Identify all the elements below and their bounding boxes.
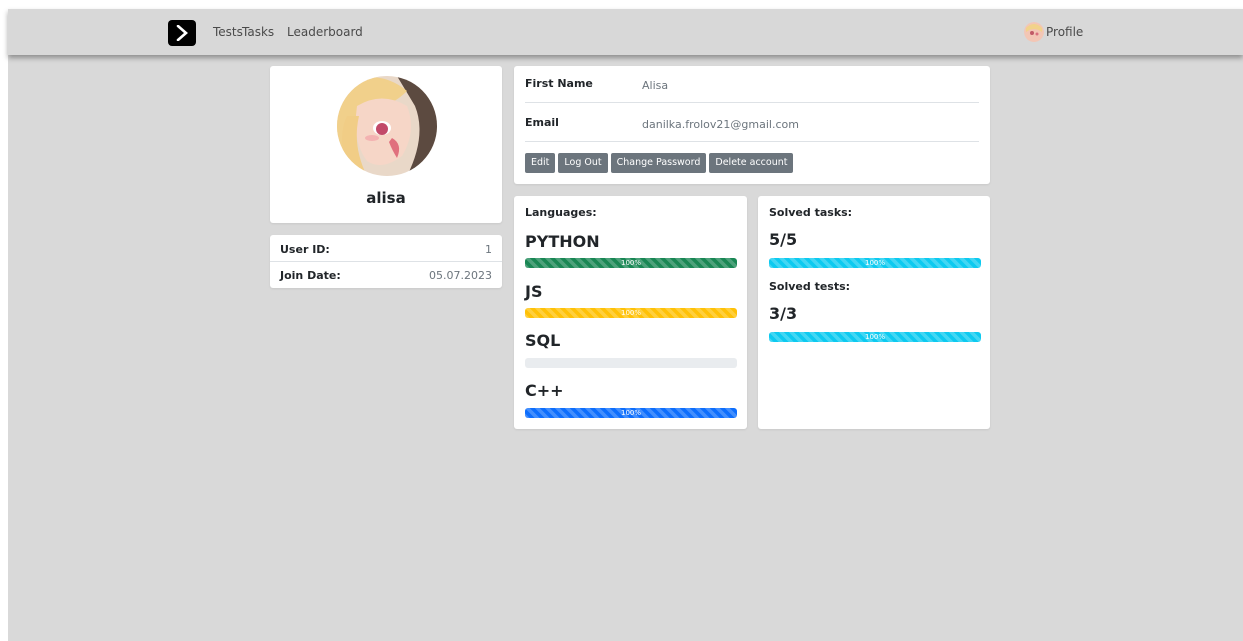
divider xyxy=(525,102,979,103)
user-meta-card: User ID: 1 Join Date: 05.07.2023 xyxy=(270,235,502,288)
navbar: Tests Tasks Leaderboard Profile xyxy=(8,9,1243,55)
solved-tasks-value: 5/5 xyxy=(769,230,798,249)
profile-avatar-icon xyxy=(1024,22,1044,42)
solved-tasks-title: Solved tasks: xyxy=(769,206,853,219)
language-name-python: PYTHON xyxy=(525,232,600,251)
progress-fill: 100% xyxy=(769,258,981,268)
first-name-value: Alisa xyxy=(642,79,669,92)
languages-card: Languages: PYTHON 100% JS 100% SQL C++ 1… xyxy=(514,196,747,429)
edit-button[interactable]: Edit xyxy=(525,153,556,173)
first-name-label: First Name xyxy=(525,77,593,90)
solved-tests-title: Solved tests: xyxy=(769,280,851,293)
nav-profile-link[interactable]: Profile xyxy=(1024,22,1083,42)
app-background: Tests Tasks Leaderboard Profile alisa Us… xyxy=(8,9,1243,641)
progress-fill: 100% xyxy=(769,332,981,342)
account-actions: Edit Log Out Change Password Delete acco… xyxy=(525,153,794,173)
email-value: danilka.frolov21@gmail.com xyxy=(642,118,799,131)
language-name-sql: SQL xyxy=(525,331,561,350)
email-label: Email xyxy=(525,116,559,129)
join-date-row: Join Date: 05.07.2023 xyxy=(270,261,502,287)
nav-link-leaderboard[interactable]: Leaderboard xyxy=(287,25,363,39)
user-id-row: User ID: 1 xyxy=(270,235,502,261)
join-date-label: Join Date: xyxy=(280,269,341,282)
language-name-js: JS xyxy=(525,282,543,301)
language-progress-js: 100% xyxy=(525,308,737,318)
languages-title: Languages: xyxy=(525,206,597,219)
progress-fill: 100% xyxy=(525,258,737,268)
language-name-cpp: C++ xyxy=(525,381,564,400)
progress-fill: 100% xyxy=(525,408,737,418)
account-details-card: First Name Alisa Email danilka.frolov21@… xyxy=(514,66,990,184)
user-id-label: User ID: xyxy=(280,243,330,256)
user-id-value: 1 xyxy=(485,243,492,256)
language-progress-python: 100% xyxy=(525,258,737,268)
solved-tasks-progress: 100% xyxy=(769,258,981,268)
nav-link-tasks[interactable]: Tasks xyxy=(242,25,274,39)
user-avatar-card: alisa xyxy=(270,66,502,223)
profile-label: Profile xyxy=(1046,25,1084,39)
progress-fill: 100% xyxy=(525,308,737,318)
divider xyxy=(525,141,979,142)
avatar xyxy=(337,76,437,176)
language-progress-cpp: 100% xyxy=(525,408,737,418)
join-date-value: 05.07.2023 xyxy=(429,269,492,282)
solved-tests-progress: 100% xyxy=(769,332,981,342)
language-progress-sql xyxy=(525,358,737,368)
logo-icon[interactable] xyxy=(168,20,196,46)
nav-link-tests[interactable]: Tests xyxy=(213,25,243,39)
solved-stats-card: Solved tasks: 5/5 100% Solved tests: 3/3… xyxy=(758,196,990,429)
delete-account-button[interactable]: Delete account xyxy=(709,153,794,173)
solved-tests-value: 3/3 xyxy=(769,304,798,323)
change-password-button[interactable]: Change Password xyxy=(610,153,707,173)
log-out-button[interactable]: Log Out xyxy=(558,153,608,173)
username: alisa xyxy=(366,189,406,207)
